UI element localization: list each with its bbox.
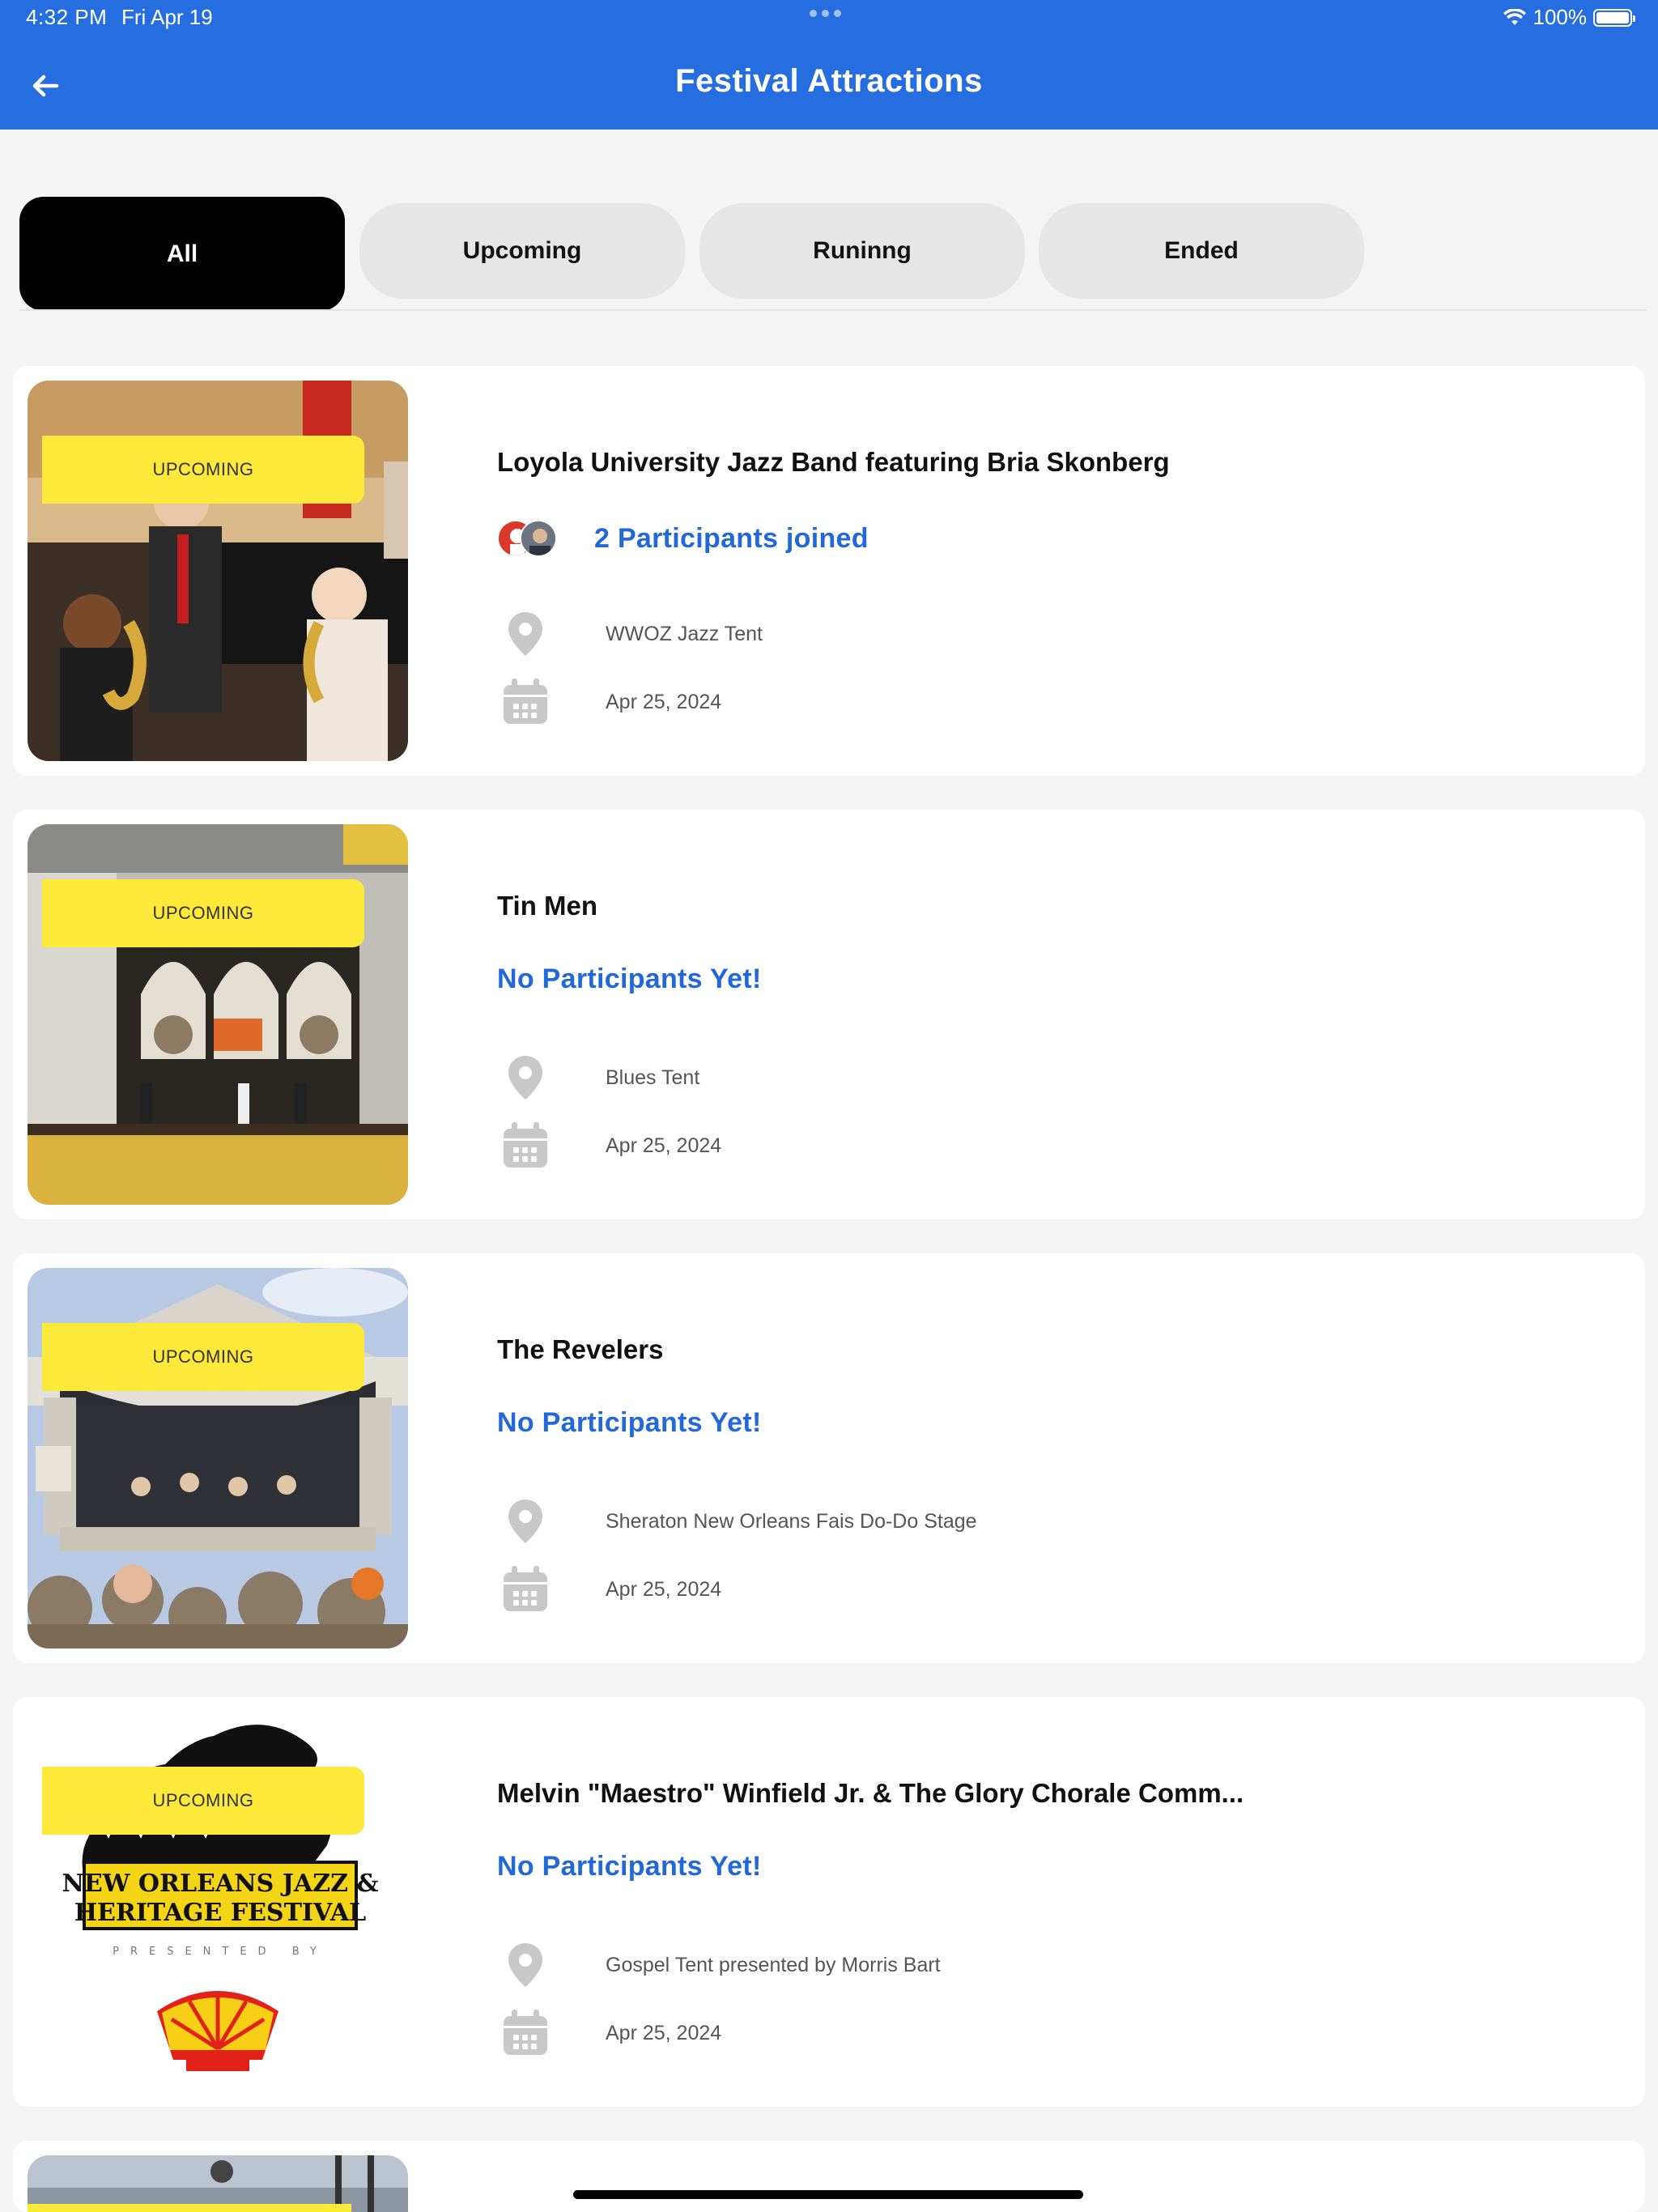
date-row: Apr 25, 2024 <box>500 1121 721 1171</box>
event-card[interactable]: NEW ORLEANS JAZZ & HERITAGE FESTIVAL PRE… <box>13 1697 1645 2107</box>
status-time: 4:32 PM <box>26 5 108 29</box>
location-pin-icon <box>508 612 542 656</box>
event-location: Sheraton New Orleans Fais Do-Do Stage <box>606 1509 977 1533</box>
page-title: Festival Attractions <box>675 63 983 99</box>
participants-row[interactable]: 2 Participants joined <box>497 520 869 557</box>
participants-row[interactable]: No Participants Yet! <box>497 1407 762 1439</box>
event-photo: NEW ORLEANS JAZZ & HERITAGE FESTIVAL PRE… <box>28 1712 408 2092</box>
tab-all[interactable]: All <box>19 197 345 311</box>
event-title: Melvin "Maestro" Winfield Jr. & The Glor… <box>497 1778 1244 1808</box>
participants-label: No Participants Yet! <box>497 1851 762 1882</box>
location-row: Blues Tent <box>500 1053 699 1103</box>
logo-line-1: NEW ORLEANS JAZZ & <box>62 1870 378 1898</box>
event-title: The Revelers <box>497 1334 664 1364</box>
battery-icon <box>1593 8 1635 27</box>
app-header: 4:32 PM Fri Apr 19 100% Festival Attract… <box>0 0 1658 130</box>
event-date: Apr 25, 2024 <box>606 2021 722 2044</box>
calendar-icon <box>504 1566 547 1611</box>
tab-upcoming[interactable]: Upcoming <box>359 203 685 299</box>
location-row: Sheraton New Orleans Fais Do-Do Stage <box>500 1496 977 1546</box>
battery-level <box>1596 11 1629 23</box>
tab-running[interactable]: Runinng <box>699 203 1025 299</box>
event-photo: UPCOMING <box>28 381 408 761</box>
status-right: 100% <box>1503 5 1635 30</box>
location-pin-icon <box>508 1943 542 1987</box>
avatar <box>520 520 557 557</box>
date-row: Apr 25, 2024 <box>500 2008 721 2058</box>
participants-row[interactable]: No Participants Yet! <box>497 1851 762 1882</box>
event-card[interactable]: UPCOMING Loyola University Jazz Band fea… <box>13 366 1645 776</box>
wifi-icon <box>1503 8 1526 25</box>
event-date: Apr 25, 2024 <box>606 1134 722 1157</box>
calendar-icon <box>504 2010 547 2055</box>
participants-label: No Participants Yet! <box>497 963 762 994</box>
calendar-icon <box>504 1122 547 1168</box>
date-row: Apr 25, 2024 <box>500 677 721 727</box>
multitasking-dots-icon[interactable] <box>810 10 841 17</box>
event-card[interactable]: UPCOMING The Revelers No Participants Ye… <box>13 1253 1645 1663</box>
logo-presented-by: PRESENTED BY <box>113 1946 328 1958</box>
event-photo: UPCOMING <box>28 824 408 1205</box>
event-location: Gospel Tent presented by Morris Bart <box>606 1953 941 1976</box>
event-location: Blues Tent <box>606 1066 700 1089</box>
status-badge: UPCOMING <box>42 436 364 504</box>
participant-avatars <box>497 520 562 557</box>
tab-ended[interactable]: Ended <box>1039 203 1364 299</box>
participants-row[interactable]: No Participants Yet! <box>497 963 762 995</box>
event-location: WWOZ Jazz Tent <box>606 622 763 645</box>
participants-label: 2 Participants joined <box>594 522 869 554</box>
date-row: Apr 25, 2024 <box>500 1564 721 1614</box>
battery-percent: 100% <box>1533 5 1588 29</box>
location-pin-icon <box>508 1499 542 1543</box>
location-row: Gospel Tent presented by Morris Bart <box>500 1940 941 1990</box>
status-badge: UPCOMING <box>42 1323 364 1391</box>
shell-logo-icon <box>157 1991 278 2071</box>
event-card[interactable] <box>13 2141 1645 2212</box>
event-card[interactable]: UPCOMING Tin Men No Participants Yet! Bl… <box>13 810 1645 1219</box>
location-pin-icon <box>508 1056 542 1100</box>
event-title: Tin Men <box>497 891 598 921</box>
status-date: Fri Apr 19 <box>121 5 213 29</box>
status-badge: UPCOMING <box>42 1767 364 1835</box>
event-date: Apr 25, 2024 <box>606 1577 722 1601</box>
home-indicator[interactable] <box>573 2190 1083 2199</box>
location-row: WWOZ Jazz Tent <box>500 609 763 659</box>
participants-label: No Participants Yet! <box>497 1407 762 1438</box>
calendar-icon <box>504 678 547 724</box>
event-photo <box>28 2155 408 2212</box>
event-photo: UPCOMING <box>28 1268 408 1648</box>
filter-tabs: All Upcoming Runinng Ended <box>19 197 1639 311</box>
status-badge: UPCOMING <box>42 879 364 947</box>
event-title: Loyola University Jazz Band featuring Br… <box>497 447 1170 477</box>
event-date: Apr 25, 2024 <box>606 690 722 713</box>
tabs-divider <box>19 309 1647 311</box>
logo-line-2: HERITAGE FESTIVAL <box>74 1899 367 1927</box>
